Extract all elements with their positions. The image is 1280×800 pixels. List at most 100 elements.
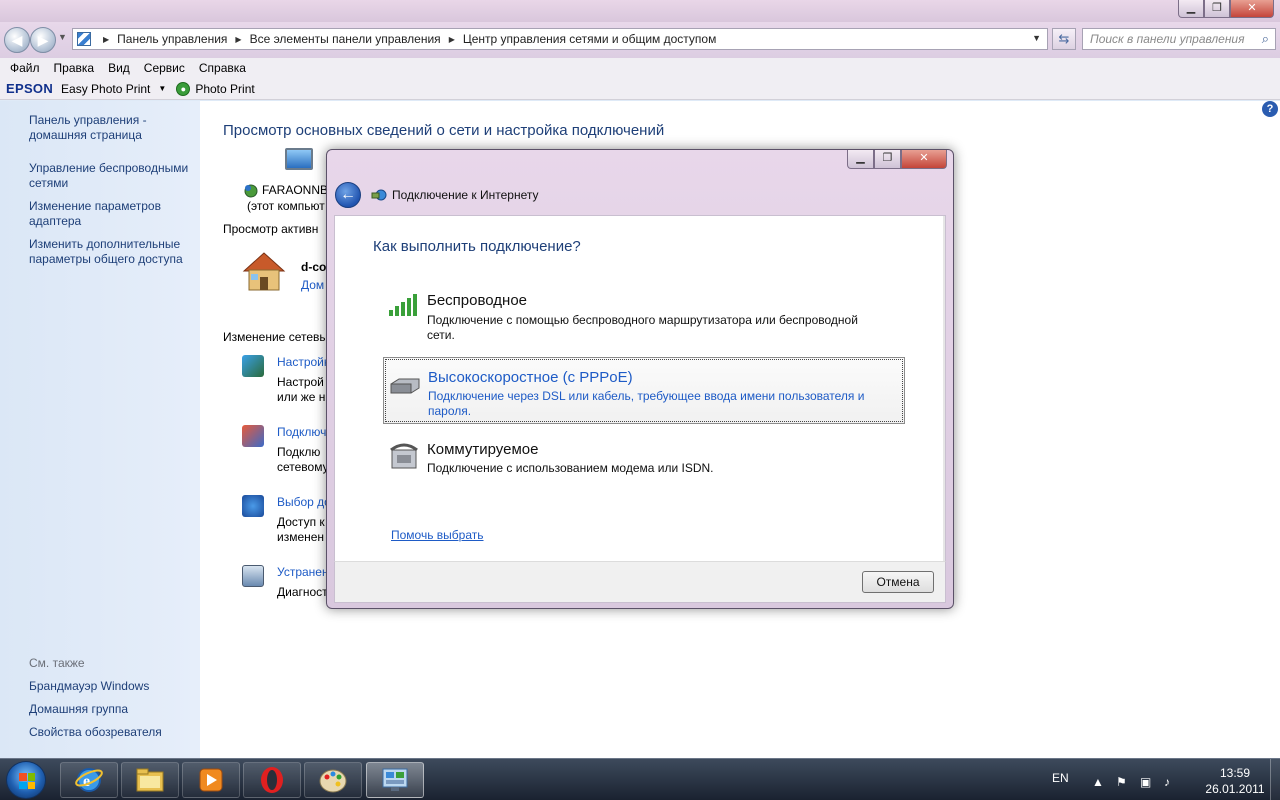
menu-edit[interactable]: Правка (54, 61, 95, 75)
action-center-icon[interactable]: ⚑ (1116, 775, 1127, 789)
active-networks-heading: Просмотр активн (223, 222, 319, 236)
arrow-left-icon: ◀ (11, 32, 23, 48)
option-pppoe[interactable]: Высокоскоростное (с PPPoE) Подключение ч… (383, 357, 905, 424)
address-dropdown-icon[interactable]: ▼ (1032, 33, 1041, 43)
option-title: Коммутируемое (427, 441, 539, 458)
breadcrumb-separator[interactable]: ▶ (449, 35, 455, 44)
taskbar-control-panel[interactable] (366, 762, 424, 798)
taskbar-explorer[interactable] (121, 762, 179, 798)
recent-pages-dropdown[interactable]: ▼ (58, 32, 67, 42)
signal-bars-icon (389, 294, 417, 316)
network-name: d-co (301, 260, 327, 274)
network-globe-icon (244, 184, 258, 198)
sidebar-item-internet-options[interactable]: Свойства обозревателя (29, 725, 199, 740)
breadcrumb-separator[interactable]: ▶ (103, 35, 109, 44)
minimize-button[interactable]: ▁ (1178, 0, 1204, 18)
home-network-icon (242, 252, 286, 291)
breadcrumb-all-items[interactable]: Все элементы панели управления (250, 32, 441, 46)
task-setup-link[interactable]: Настройк (277, 355, 329, 369)
taskbar-media-player[interactable] (182, 762, 240, 798)
help-icon[interactable]: ? (1262, 101, 1278, 117)
cancel-button[interactable]: Отмена (862, 571, 934, 593)
internet-explorer-icon: e (75, 768, 103, 792)
page-title: Просмотр основных сведений о сети и наст… (223, 122, 665, 139)
control-panel-icon (382, 768, 408, 791)
see-also-label: См. также (29, 656, 85, 670)
clock-time: 13:59 (1219, 766, 1251, 780)
breadcrumb-control-panel[interactable]: Панель управления (117, 32, 227, 46)
option-title: Высокоскоростное (с PPPoE) (428, 369, 633, 386)
option-wireless[interactable]: Беспроводное Подключение с помощью беспр… (383, 284, 905, 342)
menu-view[interactable]: Вид (108, 61, 130, 75)
arrow-left-icon: ← (340, 186, 356, 203)
menu-tools[interactable]: Сервис (144, 61, 185, 75)
sidebar-item-wireless[interactable]: Управление беспроводными сетями (29, 161, 199, 191)
epson-logo: EPSON (6, 81, 54, 96)
sidebar-item-adapter[interactable]: Изменение параметров адаптера (29, 199, 199, 229)
option-dialup[interactable]: Коммутируемое Подключение с использовани… (383, 434, 905, 480)
forward-button[interactable]: ▶ (30, 27, 56, 53)
search-input[interactable]: Поиск в панели управления ⌕ (1082, 28, 1276, 50)
menu-bar: Файл Правка Вид Сервис Справка (0, 58, 1280, 78)
sidebar: Панель управления - домашняя страница Уп… (0, 101, 200, 758)
help-me-choose-link[interactable]: Помочь выбрать (391, 528, 484, 542)
breadcrumb-separator[interactable]: ▶ (235, 35, 241, 44)
refresh-button[interactable]: ⇆ (1052, 28, 1076, 50)
dialog-maximize-button[interactable]: ❐ (874, 150, 901, 169)
breadcrumb-network-center[interactable]: Центр управления сетями и общим доступом (463, 32, 717, 46)
sidebar-item-home[interactable]: Панель управления - домашняя страница (29, 113, 199, 143)
modem-icon (390, 378, 420, 394)
taskbar: e EN ▲ ⚑ ▣ ♪ 13:59 26.01.2011 (0, 758, 1280, 800)
language-indicator[interactable]: EN (1052, 771, 1069, 785)
task-connect-desc: Подклю (277, 445, 321, 459)
chevron-down-icon[interactable]: ▼ (158, 84, 166, 93)
dialog-minimize-button[interactable]: ▁ (847, 150, 874, 169)
epson-toolbar: EPSON Easy Photo Print ▼ ● Photo Print (0, 78, 1280, 100)
sidebar-item-firewall[interactable]: Брандмауэр Windows (29, 679, 199, 694)
search-icon[interactable]: ⌕ (1262, 31, 1269, 47)
maximize-button[interactable]: ❐ (1204, 0, 1230, 18)
dialog-back-button[interactable]: ← (335, 182, 361, 208)
easy-photo-print-button[interactable]: Easy Photo Print (61, 82, 150, 96)
troubleshoot-icon (242, 565, 264, 587)
show-hidden-icons[interactable]: ▲ (1092, 775, 1104, 789)
search-placeholder: Поиск в панели управления (1090, 32, 1245, 46)
sidebar-item-homegroup[interactable]: Домашняя группа (29, 702, 199, 717)
internet-connection-icon (371, 189, 387, 201)
show-desktop-button[interactable] (1270, 759, 1280, 800)
control-panel-icon (77, 32, 91, 46)
clock[interactable]: 13:59 26.01.2011 (1200, 765, 1270, 797)
opera-icon (261, 767, 283, 793)
option-title: Беспроводное (427, 292, 528, 309)
network-type-link[interactable]: Дом (301, 278, 324, 292)
paint-palette-icon (319, 769, 347, 793)
start-button[interactable] (6, 761, 46, 799)
volume-icon[interactable]: ♪ (1164, 775, 1170, 789)
task-connect-link[interactable]: Подключ (277, 425, 326, 439)
menu-file[interactable]: Файл (10, 61, 40, 75)
taskbar-internet-explorer[interactable]: e (60, 762, 118, 798)
task-homegroup-desc: изменен (277, 530, 325, 544)
back-button[interactable]: ◀ (4, 27, 30, 53)
change-settings-heading: Изменение сетевы (223, 330, 328, 344)
menu-help[interactable]: Справка (199, 61, 246, 75)
taskbar-opera[interactable] (243, 762, 301, 798)
dialog-scrollbar[interactable] (943, 216, 945, 561)
photo-print-icon: ● (176, 81, 191, 96)
dialog-question: Как выполнить подключение? (373, 238, 581, 255)
address-bar[interactable]: ▶ Панель управления ▶ Все элементы панел… (72, 28, 1048, 50)
task-homegroup-link[interactable]: Выбор до (277, 495, 331, 509)
photo-print-button[interactable]: Photo Print (195, 82, 254, 96)
new-connection-icon (242, 355, 264, 377)
computer-subtitle: (этот компьют (247, 199, 325, 213)
option-desc: Подключение с использованием модема или … (427, 461, 714, 475)
taskbar-paint[interactable] (304, 762, 362, 798)
sidebar-item-sharing[interactable]: Изменить дополнительные параметры общего… (29, 237, 199, 267)
dialog-close-button[interactable]: ✕ (901, 150, 947, 169)
dialog-title: Подключение к Интернету (392, 188, 539, 202)
task-troubleshoot-link[interactable]: Устранен (277, 565, 329, 579)
dialog-footer: Отмена (334, 561, 946, 603)
network-tray-icon[interactable]: ▣ (1140, 775, 1151, 789)
task-setup-desc: или же н (277, 390, 326, 404)
close-button[interactable]: ✕ (1230, 0, 1274, 18)
